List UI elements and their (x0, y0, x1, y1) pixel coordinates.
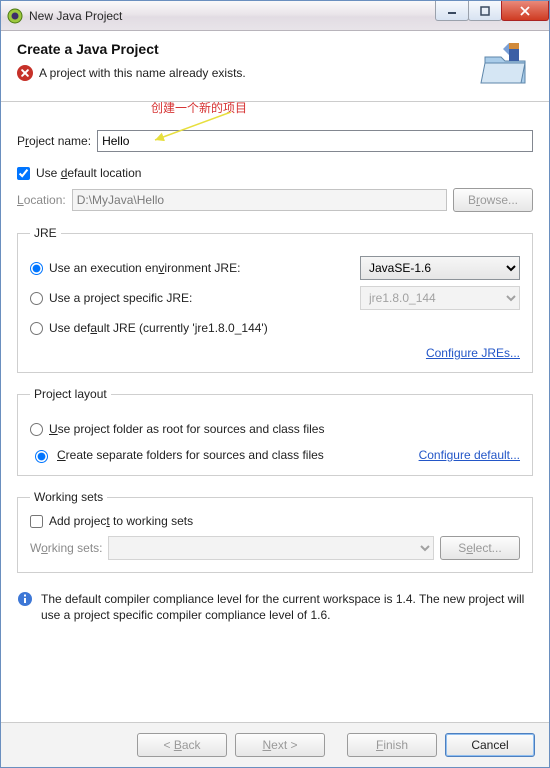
project-layout-group: Project layout Use project folder as roo… (17, 387, 533, 476)
working-sets-group: Working sets Add project to working sets… (17, 490, 533, 573)
use-default-location-checkbox[interactable] (17, 167, 30, 180)
jre-env-radio[interactable] (30, 262, 43, 275)
jre-group: JRE Use an execution environment JRE: Ja… (17, 226, 533, 373)
jre-specific-select: jre1.8.0_144 (360, 286, 520, 310)
titlebar[interactable]: New Java Project (1, 1, 549, 31)
layout-separate-row: Create separate folders for sources and … (30, 447, 520, 463)
location-input (72, 189, 447, 211)
jre-env-label: Use an execution environment JRE: (49, 261, 354, 275)
jre-specific-row: Use a project specific JRE: jre1.8.0_144 (30, 286, 520, 310)
wizard-header: Create a Java Project A project with thi… (1, 31, 549, 102)
jre-default-label: Use default JRE (currently 'jre1.8.0_144… (49, 321, 520, 335)
minimize-button[interactable] (435, 1, 469, 21)
select-working-sets-button: Select... (440, 536, 520, 560)
error-message: A project with this name already exists. (17, 65, 479, 81)
working-sets-row: Working sets: Select... (30, 536, 520, 560)
jre-specific-radio[interactable] (30, 292, 43, 305)
maximize-button[interactable] (468, 1, 502, 21)
error-icon (17, 65, 33, 81)
info-text: The default compiler compliance level fo… (41, 591, 533, 623)
error-text: A project with this name already exists. (39, 66, 246, 80)
layout-separate-label: Create separate folders for sources and … (57, 448, 413, 462)
window-title: New Java Project (29, 9, 122, 23)
jre-default-radio[interactable] (30, 322, 43, 335)
close-button[interactable] (501, 1, 549, 21)
info-icon (17, 591, 33, 607)
add-working-sets-row: Add project to working sets (30, 514, 520, 528)
configure-default-link[interactable]: Configure default... (419, 448, 520, 462)
eclipse-icon (7, 8, 23, 24)
dialog-body: 创建一个新的项目 Project name: Use default locat… (1, 102, 549, 722)
jre-default-row: Use default JRE (currently 'jre1.8.0_144… (30, 316, 520, 340)
layout-root-label: Use project folder as root for sources a… (49, 422, 520, 436)
layout-root-row: Use project folder as root for sources a… (30, 417, 520, 441)
use-default-location-row: Use default location (17, 166, 533, 180)
browse-button: Browse... (453, 188, 533, 212)
project-name-input[interactable] (97, 130, 533, 152)
back-button: < Back (137, 733, 227, 757)
window-controls (436, 1, 549, 21)
add-working-sets-label: Add project to working sets (49, 514, 193, 528)
jre-env-row: Use an execution environment JRE: JavaSE… (30, 256, 520, 280)
working-sets-select (108, 536, 434, 560)
use-default-location-label: Use default location (36, 166, 141, 180)
dialog-window: New Java Project Create a Java Project A… (0, 0, 550, 768)
jre-legend: JRE (30, 226, 61, 240)
info-row: The default compiler compliance level fo… (17, 591, 533, 623)
cancel-button[interactable]: Cancel (445, 733, 535, 757)
working-sets-label: Working sets: (30, 541, 102, 555)
jre-specific-label: Use a project specific JRE: (49, 291, 354, 305)
page-title: Create a Java Project (17, 41, 479, 57)
finish-button: Finish (347, 733, 437, 757)
layout-root-radio[interactable] (30, 423, 43, 436)
working-sets-legend: Working sets (30, 490, 107, 504)
location-label: Location: (17, 193, 66, 207)
next-button: Next > (235, 733, 325, 757)
location-row: Location: Browse... (17, 188, 533, 212)
wizard-banner-icon (479, 41, 533, 87)
project-name-row: Project name: (17, 130, 533, 152)
dialog-footer: < Back Next > Finish Cancel (1, 722, 549, 767)
add-working-sets-checkbox[interactable] (30, 515, 43, 528)
layout-separate-radio[interactable] (35, 450, 48, 463)
project-layout-legend: Project layout (30, 387, 111, 401)
configure-jres-link[interactable]: Configure JREs... (426, 346, 520, 360)
jre-env-select[interactable]: JavaSE-1.6 (360, 256, 520, 280)
project-name-label: Project name: (17, 134, 91, 148)
